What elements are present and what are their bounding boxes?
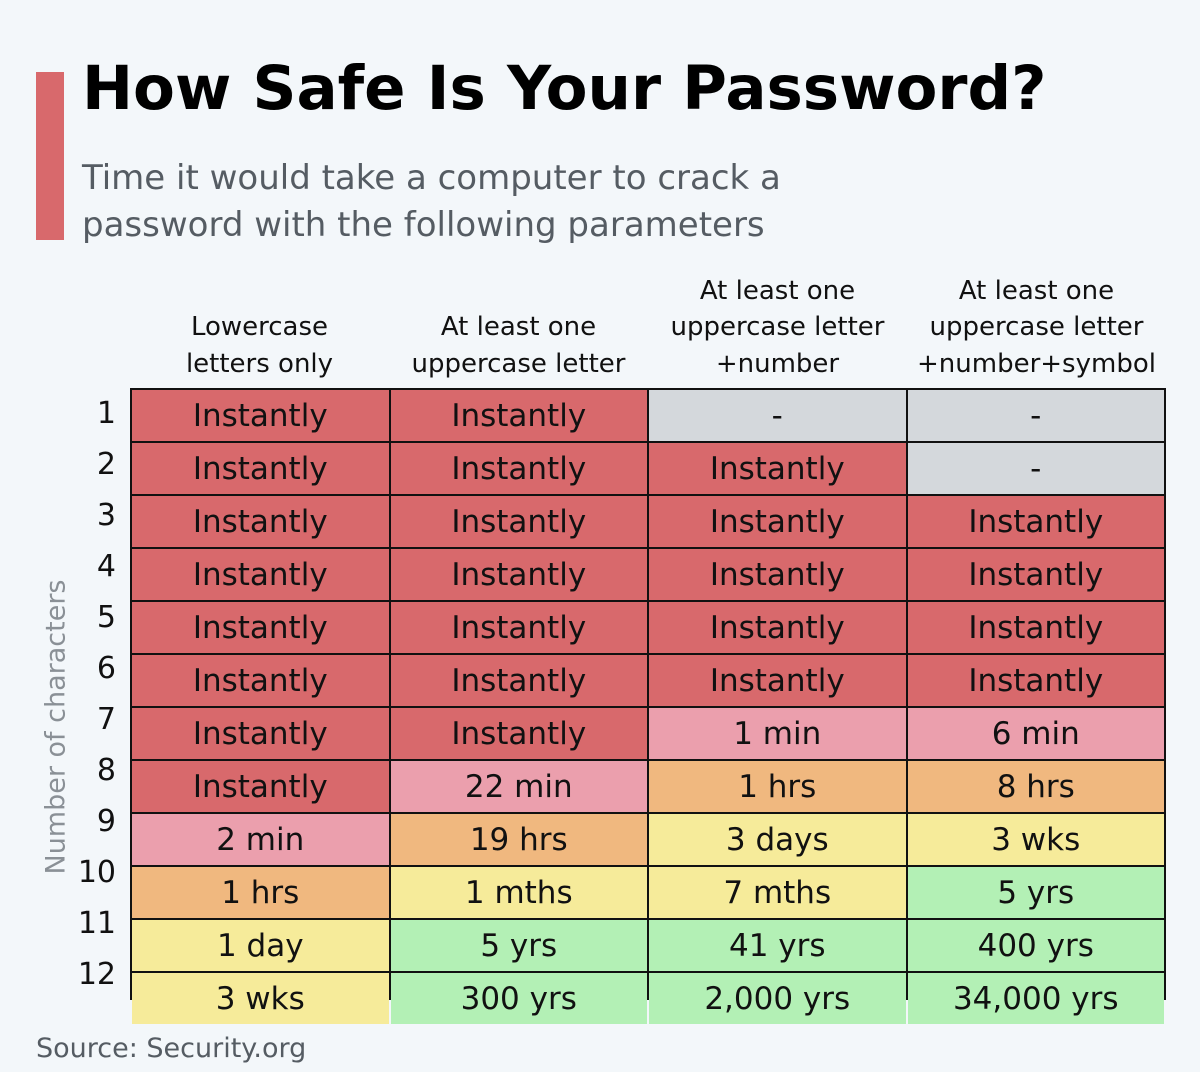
table-cell: 300 yrs: [390, 973, 647, 1024]
table-cell: 41 yrs: [649, 920, 906, 971]
column-header: At least one uppercase letter: [411, 312, 626, 379]
row-label: 1: [96, 396, 116, 431]
table-cell: 3 days: [649, 814, 906, 865]
table-cell: Instantly: [907, 496, 1164, 547]
table-cell: Instantly: [390, 655, 647, 706]
row-label: 7: [96, 702, 116, 737]
table-cell: 19 hrs: [390, 814, 647, 865]
column-header: At least one uppercase letter +number+sy…: [917, 275, 1156, 379]
table-cell: 1 min: [649, 708, 906, 759]
table-cell: Instantly: [132, 390, 389, 441]
table-cell: Instantly: [132, 496, 389, 547]
table-cell: Instantly: [390, 443, 647, 494]
row-label: 5: [96, 600, 116, 635]
table-cell: Instantly: [649, 549, 906, 600]
password-table: Instantly Instantly - - Instantly Instantly In…: [130, 388, 1166, 1024]
table-cell: 2 min: [132, 814, 389, 865]
table-cell: 22 min: [390, 761, 647, 812]
row-label: 11: [77, 906, 116, 941]
table-cell: Instantly: [649, 443, 906, 494]
row-label: 2: [96, 447, 116, 482]
table-cell: Instantly: [907, 655, 1164, 706]
column-headers: Lowercase letters only At least one upper…: [130, 272, 1166, 382]
table-cell: 3 wks: [907, 814, 1164, 865]
row-label: 12: [77, 957, 116, 992]
table-cell: 1 hrs: [649, 761, 906, 812]
table-cell: Instantly: [390, 390, 647, 441]
table-cell: Instantly: [907, 549, 1164, 600]
row-label: 6: [96, 651, 116, 686]
table-cell: -: [907, 443, 1164, 494]
row-label: 10: [77, 855, 116, 890]
accent-bar: [36, 72, 64, 240]
row-label: 3: [96, 498, 116, 533]
table-cell: 6 min: [907, 708, 1164, 759]
table-cell: -: [907, 390, 1164, 441]
table-cell: 1 hrs: [132, 867, 389, 918]
table-cell: 2,000 yrs: [649, 973, 906, 1024]
table-cell: Instantly: [132, 761, 389, 812]
table-cell: 5 yrs: [907, 867, 1164, 918]
table-cell: 3 wks: [132, 973, 389, 1024]
table-cell: Instantly: [649, 655, 906, 706]
table-cell: Instantly: [132, 708, 389, 759]
table-cell: 5 yrs: [390, 920, 647, 971]
row-label: 9: [96, 804, 116, 839]
table-cell: 1 day: [132, 920, 389, 971]
chart-subtitle: Time it would take a computer to crack a…: [82, 158, 781, 245]
table-cell: 400 yrs: [907, 920, 1164, 971]
table-cell: Instantly: [132, 655, 389, 706]
table-cell: 7 mths: [649, 867, 906, 918]
chart-title: How Safe Is Your Password?: [82, 53, 1047, 124]
column-header: At least one uppercase letter +number: [670, 275, 885, 379]
table-cell: Instantly: [649, 602, 906, 653]
source-note: Source: Security.org: [36, 1033, 307, 1064]
row-label: 4: [96, 549, 116, 584]
table-cell: Instantly: [132, 549, 389, 600]
table-cell: Instantly: [132, 443, 389, 494]
table-cell: -: [649, 390, 906, 441]
table-cell: Instantly: [390, 602, 647, 653]
table-cell: 1 mths: [390, 867, 647, 918]
table-cell: Instantly: [907, 602, 1164, 653]
table-cell: Instantly: [390, 496, 647, 547]
table-cell: 8 hrs: [907, 761, 1164, 812]
table-cell: Instantly: [649, 496, 906, 547]
table-cell: Instantly: [390, 708, 647, 759]
table-cell: Instantly: [390, 549, 647, 600]
table-cell: 34,000 yrs: [907, 973, 1164, 1024]
row-labels: 1 2 3 4 5 6 7 8 9 10 11 12: [60, 388, 116, 1000]
table-cell: Instantly: [132, 602, 389, 653]
row-label: 8: [96, 753, 116, 788]
column-header: Lowercase letters only: [185, 312, 334, 379]
